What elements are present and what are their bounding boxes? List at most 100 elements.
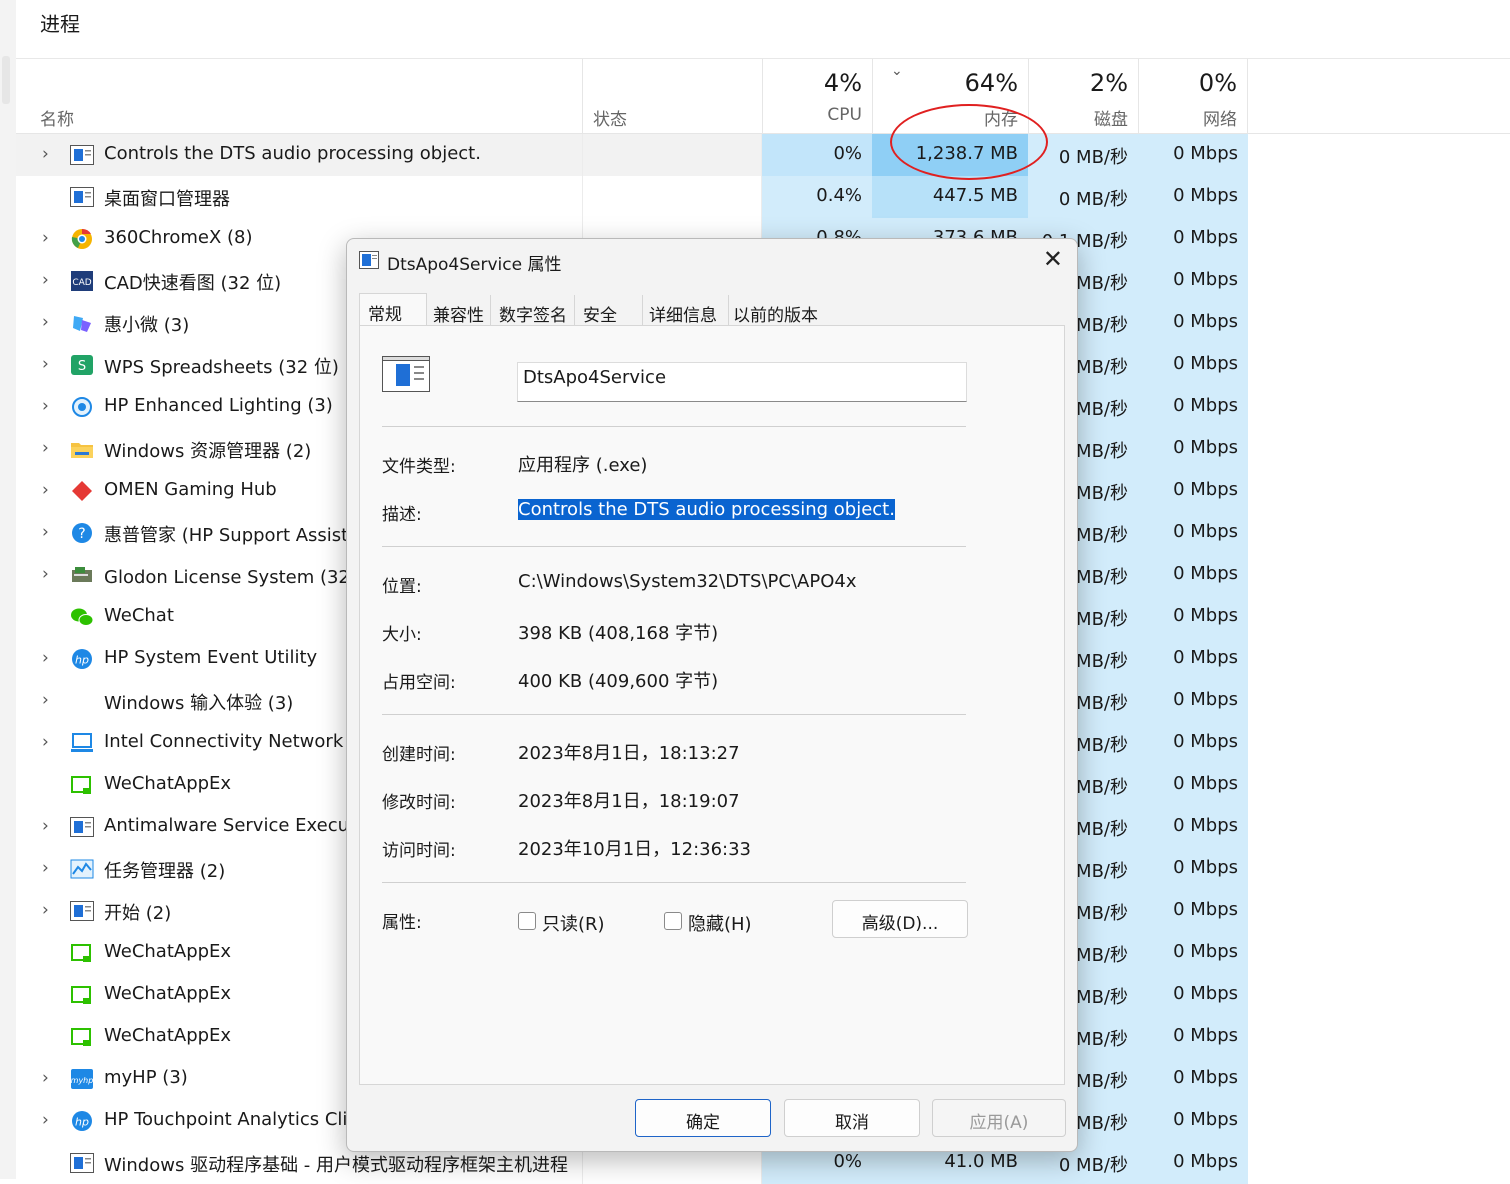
chevron-right-icon[interactable]: › [42, 396, 49, 416]
tab-compatibility[interactable]: 兼容性 [429, 295, 491, 326]
network-cell: 0 Mbps [1138, 932, 1248, 974]
network-cell: 0 Mbps [1138, 680, 1248, 722]
created-label: 创建时间: [382, 745, 456, 765]
window-app-icon [70, 816, 94, 838]
col-header-cpu[interactable]: 4% CPU [763, 59, 873, 133]
file-name-input[interactable]: DtsApo4Service [517, 362, 967, 402]
hxw-icon [70, 312, 94, 334]
apply-button[interactable]: 应用(A) [932, 1099, 1066, 1137]
divider [382, 546, 966, 547]
process-name: Glodon License System (32 位 [104, 567, 374, 588]
annotation-circle [890, 104, 1048, 180]
wechat-appex-icon [70, 942, 94, 964]
network-cell: 0 Mbps [1138, 386, 1248, 428]
process-name: WPS Spreadsheets (32 位) [104, 357, 339, 378]
chevron-right-icon[interactable]: › [42, 354, 49, 374]
close-icon[interactable]: ✕ [1043, 245, 1063, 273]
col-header-network[interactable]: 0% 网络 [1139, 59, 1248, 133]
window-app-icon [70, 1152, 94, 1174]
tab-general[interactable]: 常规 [359, 293, 427, 325]
description-value[interactable]: Controls the DTS audio processing object… [518, 499, 895, 520]
network-cell: 0 Mbps [1138, 596, 1248, 638]
ok-button[interactable]: 确定 [635, 1099, 771, 1137]
chevron-right-icon[interactable]: › [42, 144, 49, 164]
process-name: Windows 资源管理器 (2) [104, 441, 312, 462]
chevron-right-icon[interactable]: › [42, 564, 49, 584]
page-title: 进程 [40, 12, 80, 36]
tab-digital-signatures[interactable]: 数字签名 [495, 295, 575, 326]
divider [382, 882, 966, 883]
wps-sheets-icon: S [70, 354, 94, 376]
chevron-right-icon[interactable]: › [42, 438, 49, 458]
process-name: WeChat [104, 605, 174, 626]
disk-label: 磁盘 [1094, 110, 1128, 130]
tab-details[interactable]: 详细信息 [647, 295, 729, 326]
wechat-appex-icon [70, 984, 94, 1006]
modified-value: 2023年8月1日，18:19:07 [518, 791, 740, 812]
network-cell: 0 Mbps [1138, 1100, 1248, 1142]
folder-icon [70, 438, 94, 460]
chevron-right-icon[interactable]: › [42, 228, 49, 248]
readonly-checkbox[interactable] [518, 912, 536, 930]
tab-previous-versions[interactable]: 以前的版本 [731, 295, 827, 326]
table-row[interactable]: › Controls the DTS audio processing objec… [16, 134, 1248, 176]
process-name: 任务管理器 (2) [104, 861, 226, 882]
svg-text:myhp: myhp [71, 1076, 94, 1085]
col-header-status[interactable]: 状态 [583, 59, 763, 133]
network-cell: 0 Mbps [1138, 302, 1248, 344]
process-name: 开始 (2) [104, 903, 172, 924]
file-type-label: 文件类型: [382, 457, 456, 477]
general-panel: DtsApo4Service 文件类型: 应用程序 (.exe) 描述: Con… [359, 325, 1065, 1085]
col-header-status-label: 状态 [593, 110, 627, 130]
process-name: 360ChromeX (8) [104, 227, 253, 248]
network-cell: 0 Mbps [1138, 638, 1248, 680]
table-row[interactable]: 桌面窗口管理器 0.4% 447.5 MB 0 MB/秒 0 Mbps [16, 176, 1248, 218]
chevron-right-icon[interactable]: › [42, 858, 49, 878]
tab-security[interactable]: 安全 [577, 295, 643, 326]
description-label: 描述: [382, 505, 422, 525]
cancel-button[interactable]: 取消 [784, 1099, 920, 1137]
network-cell: 0 Mbps [1138, 890, 1248, 932]
process-name: WeChatAppEx [104, 983, 232, 1004]
status-cell [582, 176, 762, 218]
left-nav-strip [0, 0, 16, 1179]
network-cell: 0 Mbps [1138, 974, 1248, 1016]
process-name: myHP (3) [104, 1067, 188, 1088]
advanced-button[interactable]: 高级(D)... [832, 900, 968, 938]
svg-text:hp: hp [75, 654, 89, 667]
chevron-right-icon[interactable]: › [42, 648, 49, 668]
hidden-checkbox[interactable] [664, 912, 682, 930]
chevron-right-icon[interactable]: › [42, 690, 49, 710]
hp-lighting-icon [70, 396, 94, 418]
network-total: 0% [1198, 69, 1237, 97]
col-header-disk[interactable]: 2% 磁盘 [1029, 59, 1139, 133]
properties-dialog: DtsApo4Service 属性 ✕ 常规 兼容性 数字签名 安全 详细信息 … [346, 238, 1078, 1152]
chevron-right-icon[interactable]: › [42, 732, 49, 752]
hidden-label[interactable]: 隐藏(H) [688, 910, 752, 936]
memory-cell: 447.5 MB [872, 176, 1028, 218]
col-header-name[interactable]: 名称 [16, 59, 583, 133]
chevron-right-icon[interactable]: › [42, 1110, 49, 1130]
wechat-appex-icon [70, 774, 94, 796]
process-name: 桌面窗口管理器 [104, 189, 230, 210]
chevron-right-icon[interactable]: › [42, 312, 49, 332]
window-app-icon [70, 186, 94, 208]
chevron-right-icon[interactable]: › [42, 1068, 49, 1088]
network-cell: 0 Mbps [1138, 806, 1248, 848]
chevron-right-icon[interactable]: › [42, 900, 49, 920]
process-name: HP System Event Utility [104, 647, 318, 668]
chevron-right-icon[interactable]: › [42, 270, 49, 290]
created-value: 2023年8月1日，18:13:27 [518, 743, 740, 764]
size-value: 398 KB (408,168 字节) [518, 623, 719, 644]
360chrome-icon [70, 228, 94, 250]
process-name: 惠小微 (3) [104, 315, 190, 336]
cpu-cell: 0% [762, 134, 872, 176]
col-header-name-label: 名称 [40, 110, 74, 130]
chevron-right-icon[interactable]: › [42, 522, 49, 542]
disk-cell: 0 MB/秒 [1028, 176, 1138, 218]
chevron-right-icon[interactable]: › [42, 816, 49, 836]
location-label: 位置: [382, 577, 422, 597]
chevron-right-icon[interactable]: › [42, 480, 49, 500]
process-name: WeChatAppEx [104, 941, 232, 962]
readonly-label[interactable]: 只读(R) [542, 910, 605, 936]
